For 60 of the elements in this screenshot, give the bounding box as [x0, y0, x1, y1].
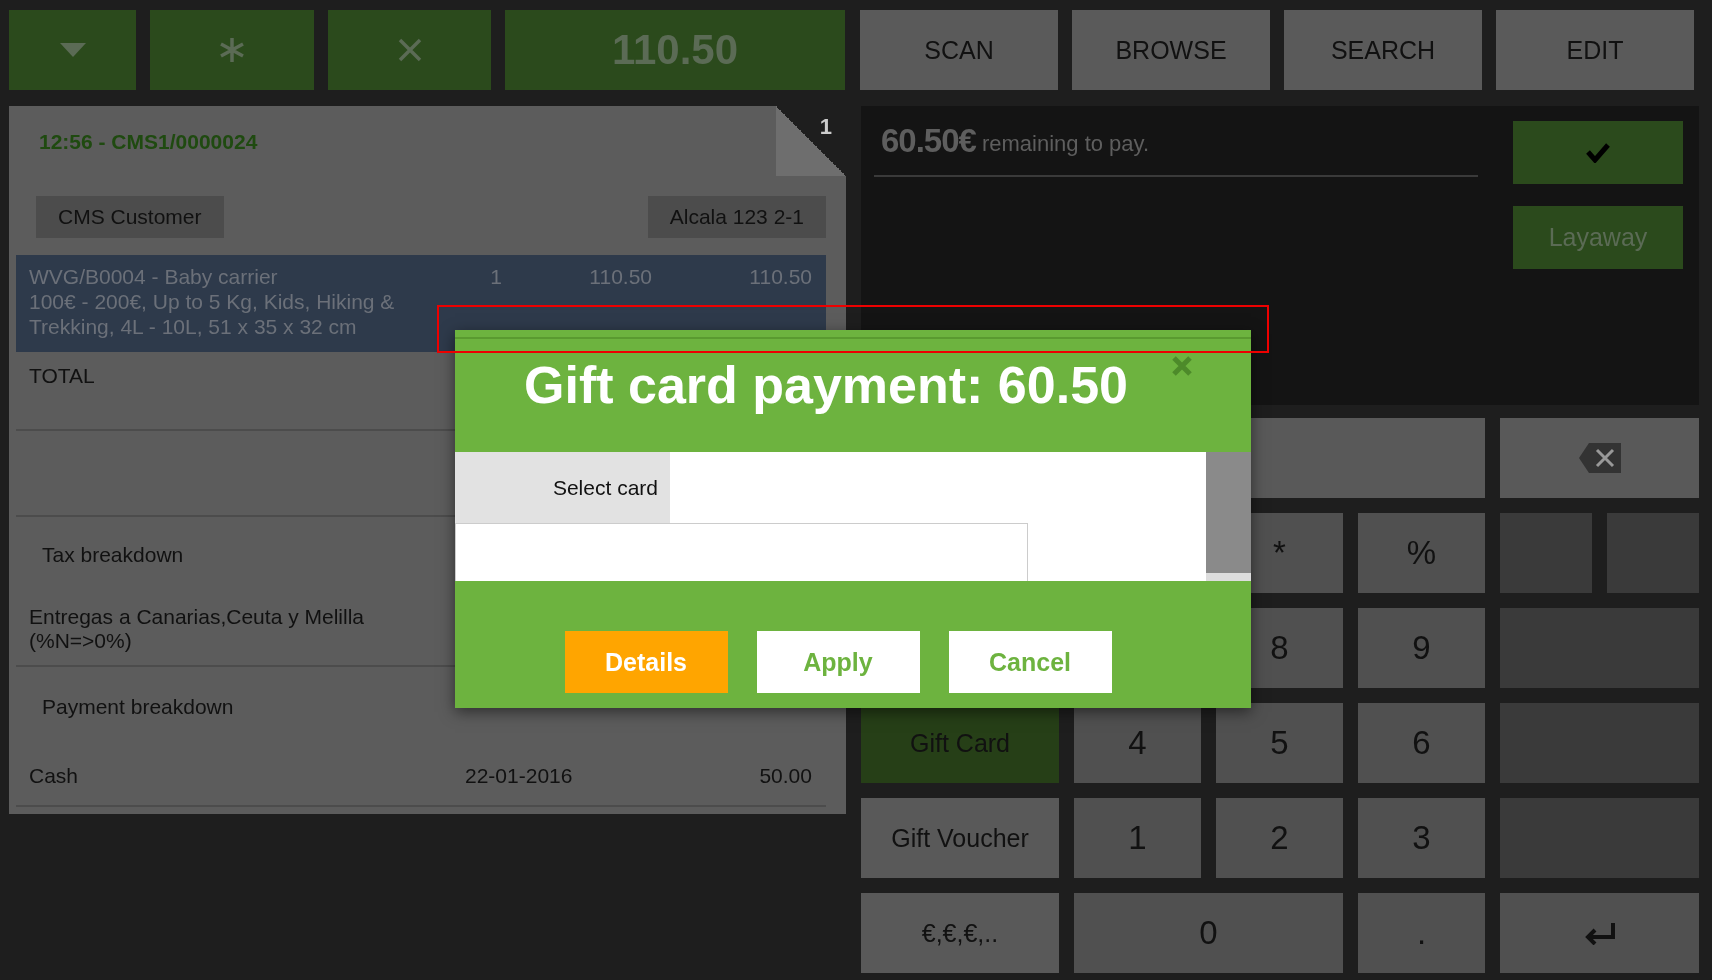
receipt-header: 12:56 - CMS1/0000024	[39, 130, 258, 153]
ticket-number: 1	[819, 114, 832, 140]
keypad-key[interactable]	[1607, 513, 1699, 593]
checkmark-icon	[1586, 142, 1610, 163]
product-attributes: 100€ - 200€, Up to 5 Kg, Kids, Hiking & Trekking, 4L - 10L, 51 x 35 x 32 cm	[29, 290, 395, 338]
section-title: Payment breakdown	[42, 695, 234, 719]
backspace-icon	[1576, 441, 1623, 475]
dialog-button[interactable]: Details	[564, 631, 728, 693]
total-button[interactable]: 110.50	[505, 10, 845, 90]
dialog-button[interactable]: Cancel	[948, 631, 1112, 693]
close-button[interactable]	[1171, 355, 1193, 377]
keypad-key[interactable]: 1	[1074, 798, 1201, 878]
enter-button[interactable]	[1500, 893, 1699, 973]
done-button[interactable]	[1513, 121, 1683, 184]
dropdown-button[interactable]	[9, 10, 136, 90]
close-icon	[397, 38, 422, 62]
customer-button[interactable]: CMS Customer	[36, 196, 224, 238]
scrollbar[interactable]	[1206, 452, 1251, 581]
keypad-key[interactable]: %	[1358, 513, 1485, 593]
toolbar-button[interactable]: EDIT	[1496, 10, 1694, 90]
line-price: 110.50	[588, 264, 652, 290]
payment-method-button[interactable]: Gift Voucher	[861, 798, 1059, 878]
dialog-button[interactable]: Apply	[756, 631, 920, 693]
keypad-key[interactable]: 5	[1216, 703, 1343, 783]
field-label: Select card	[455, 452, 670, 523]
keypad-key[interactable]: 9	[1358, 608, 1485, 688]
payment-date: 22-01-2016	[465, 764, 573, 788]
toolbar-button[interactable]: SEARCH	[1284, 10, 1482, 90]
keypad-key[interactable]: 2	[1216, 798, 1343, 878]
keypad-key[interactable]: 6	[1358, 703, 1485, 783]
toolbar-button[interactable]: BROWSE	[1072, 10, 1270, 90]
total-label: TOTAL	[29, 364, 95, 388]
keypad-key[interactable]	[1500, 798, 1699, 878]
address-button[interactable]: Alcala 123 2-1	[647, 196, 826, 238]
line-quantity: 1	[489, 264, 502, 290]
toolbar-button[interactable]: SCAN	[860, 10, 1058, 90]
keypad-key[interactable]: .	[1358, 893, 1485, 973]
keypad-key[interactable]	[1500, 608, 1699, 688]
layaway-button[interactable]: Layaway	[1513, 206, 1683, 269]
payment-amount: 50.00	[759, 764, 812, 788]
product-name: WVG/B0004 - Baby carrier	[29, 265, 278, 288]
dialog-title: Gift card payment: 60.50	[524, 355, 1128, 415]
asterisk-button[interactable]	[150, 10, 314, 90]
caret-icon	[59, 43, 86, 57]
tax-name: Entregas a Canarias,Ceuta y Melilla (%N=>0%)	[29, 605, 365, 653]
payment-method-button[interactable]: €,€,€,..	[861, 893, 1059, 973]
line-amount: 110.50	[748, 264, 812, 290]
keypad-key[interactable]	[1500, 703, 1699, 783]
keypad-key[interactable]: 3	[1358, 798, 1485, 878]
remaining-amount: 60.50€	[881, 121, 976, 160]
section-title: Tax breakdown	[42, 543, 184, 567]
remaining-text: remaining to pay.	[981, 130, 1150, 157]
asterisk-icon	[219, 37, 245, 63]
backspace-button[interactable]	[1500, 418, 1699, 498]
card-input-field[interactable]	[455, 523, 1028, 581]
keypad-key[interactable]: 0	[1074, 893, 1343, 973]
delete-button[interactable]	[328, 10, 491, 90]
payment-method: Cash	[29, 764, 79, 788]
close-icon	[1171, 355, 1193, 377]
keypad-key[interactable]	[1500, 513, 1592, 593]
